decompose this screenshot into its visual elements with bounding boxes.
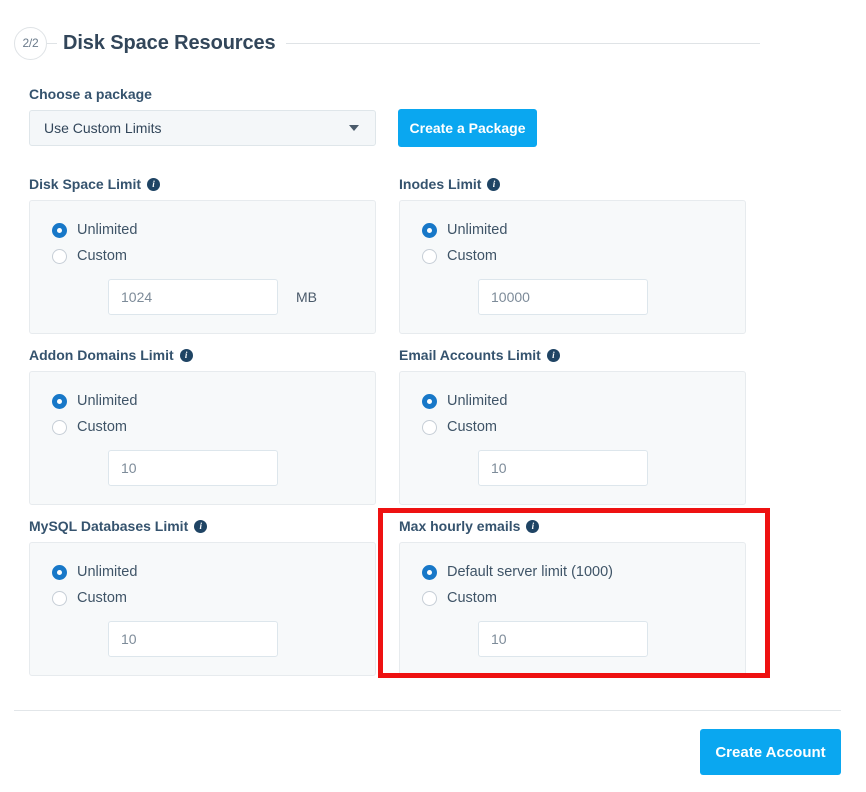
info-icon[interactable]: i (179, 348, 193, 362)
limit-panel-email-accounts: Unlimited Custom (399, 371, 746, 505)
step-header: 2/2 Disk Space Resources (14, 26, 760, 60)
radio-label-custom: Custom (77, 419, 127, 435)
limit-label-mysql-databases: MySQL Databases Limit i (29, 517, 376, 535)
radio-custom-email-accounts[interactable] (422, 419, 437, 435)
custom-value-input-disk-space[interactable] (108, 279, 278, 315)
radio-row-unlimited-inodes[interactable]: Unlimited (400, 217, 745, 243)
radio-unlimited-inodes[interactable] (422, 222, 437, 238)
radio-row-custom-disk-space[interactable]: Custom (30, 243, 375, 269)
radio-row-unlimited-mysql-databases[interactable]: Unlimited (30, 559, 375, 585)
header-divider (285, 42, 760, 44)
radio-label-custom: Custom (447, 248, 497, 264)
limit-label-max-hourly-emails: Max hourly emails i (399, 517, 746, 535)
limit-label-text: Addon Domains Limit (29, 347, 174, 363)
radio-label-unlimited: Unlimited (77, 393, 138, 409)
page-title: Disk Space Resources (63, 31, 276, 54)
custom-value-input-addon-domains[interactable] (108, 450, 278, 486)
radio-label-custom: Custom (447, 590, 497, 606)
radio-row-custom-mysql-databases[interactable]: Custom (30, 585, 375, 611)
custom-value-input-email-accounts[interactable] (478, 450, 648, 486)
radio-custom-mysql-databases[interactable] (52, 590, 67, 606)
limit-label-text: Inodes Limit (399, 176, 482, 192)
radio-custom-max-hourly-emails[interactable] (422, 590, 437, 606)
radio-custom-addon-domains[interactable] (52, 419, 67, 435)
radio-label-custom: Custom (77, 248, 127, 264)
step-connector-dash (47, 42, 57, 44)
limit-label-addon-domains: Addon Domains Limit i (29, 346, 376, 364)
limit-label-inodes: Inodes Limit i (399, 175, 746, 193)
limit-label-text: Disk Space Limit (29, 176, 142, 192)
custom-value-input-max-hourly-emails[interactable] (478, 621, 648, 657)
info-icon[interactable]: i (526, 519, 540, 533)
limit-block-email-accounts: Email Accounts Limit i Unlimited Custom (399, 346, 746, 505)
limit-label-text: Email Accounts Limit (399, 347, 541, 363)
radio-label-custom: Custom (447, 419, 497, 435)
radio-unlimited-disk-space[interactable] (52, 222, 67, 238)
footer-divider (14, 710, 841, 711)
unit-label-disk-space: MB (296, 289, 317, 305)
radio-custom-disk-space[interactable] (52, 248, 67, 264)
create-package-button[interactable]: Create a Package (398, 109, 537, 147)
radio-custom-inodes[interactable] (422, 248, 437, 264)
radio-label-unlimited: Unlimited (447, 222, 508, 238)
value-row-email-accounts (400, 450, 745, 486)
radio-default-max-hourly-emails[interactable] (422, 564, 437, 580)
limit-block-mysql-databases: MySQL Databases Limit i Unlimited Custom (29, 517, 376, 676)
step-badge: 2/2 (14, 26, 47, 60)
radio-row-custom-addon-domains[interactable]: Custom (30, 414, 375, 440)
radio-label-default-server-limit: Default server limit (1000) (447, 564, 613, 580)
value-row-disk-space: MB (30, 279, 375, 315)
radio-row-unlimited-disk-space[interactable]: Unlimited (30, 217, 375, 243)
radio-row-unlimited-email-accounts[interactable]: Unlimited (400, 388, 745, 414)
radio-row-custom-inodes[interactable]: Custom (400, 243, 745, 269)
limit-block-inodes: Inodes Limit i Unlimited Custom (399, 175, 746, 334)
custom-value-input-mysql-databases[interactable] (108, 621, 278, 657)
limit-panel-disk-space: Unlimited Custom MB (29, 200, 376, 334)
package-select-value: Use Custom Limits (44, 120, 162, 136)
radio-label-unlimited: Unlimited (77, 222, 138, 238)
radio-row-custom-max-hourly-emails[interactable]: Custom (400, 585, 745, 611)
value-row-max-hourly-emails (400, 621, 745, 657)
radio-row-custom-email-accounts[interactable]: Custom (400, 414, 745, 440)
radio-label-unlimited: Unlimited (77, 564, 138, 580)
info-icon[interactable]: i (487, 177, 501, 191)
limit-label-text: MySQL Databases Limit (29, 518, 189, 534)
chevron-down-icon (349, 125, 359, 131)
limit-block-disk-space: Disk Space Limit i Unlimited Custom MB (29, 175, 376, 334)
limit-label-email-accounts: Email Accounts Limit i (399, 346, 746, 364)
limit-block-max-hourly-emails: Max hourly emails i Default server limit… (399, 517, 746, 676)
limit-panel-inodes: Unlimited Custom (399, 200, 746, 334)
choose-package-label: Choose a package (29, 86, 152, 102)
create-account-button[interactable]: Create Account (700, 729, 841, 775)
info-icon[interactable]: i (546, 348, 560, 362)
radio-row-default-max-hourly-emails[interactable]: Default server limit (1000) (400, 559, 745, 585)
radio-unlimited-email-accounts[interactable] (422, 393, 437, 409)
value-row-inodes (400, 279, 745, 315)
value-row-mysql-databases (30, 621, 375, 657)
radio-unlimited-addon-domains[interactable] (52, 393, 67, 409)
limit-panel-max-hourly-emails: Default server limit (1000) Custom (399, 542, 746, 676)
package-select[interactable]: Use Custom Limits (29, 110, 376, 146)
custom-value-input-inodes[interactable] (478, 279, 648, 315)
info-icon[interactable]: i (194, 519, 208, 533)
radio-unlimited-mysql-databases[interactable] (52, 564, 67, 580)
value-row-addon-domains (30, 450, 375, 486)
info-icon[interactable]: i (147, 177, 161, 191)
limit-label-text: Max hourly emails (399, 518, 521, 534)
limit-panel-mysql-databases: Unlimited Custom (29, 542, 376, 676)
radio-label-custom: Custom (77, 590, 127, 606)
radio-label-unlimited: Unlimited (447, 393, 508, 409)
limit-label-disk-space: Disk Space Limit i (29, 175, 376, 193)
radio-row-unlimited-addon-domains[interactable]: Unlimited (30, 388, 375, 414)
limit-panel-addon-domains: Unlimited Custom (29, 371, 376, 505)
limit-block-addon-domains: Addon Domains Limit i Unlimited Custom (29, 346, 376, 505)
